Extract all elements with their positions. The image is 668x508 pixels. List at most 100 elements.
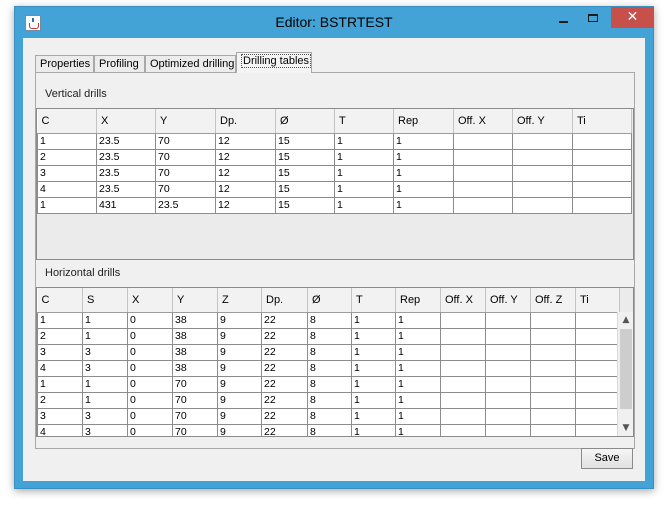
column-header[interactable]: Ø	[275, 109, 335, 134]
table-cell[interactable]: 15	[275, 196, 335, 214]
table-cell[interactable]: 70	[172, 423, 218, 436]
table-cell[interactable]: 15	[275, 180, 335, 198]
table-cell[interactable]: 12	[215, 196, 276, 214]
table-cell[interactable]	[575, 391, 620, 409]
table-cell[interactable]: 8	[307, 359, 352, 377]
column-header[interactable]: Dp.	[215, 109, 276, 134]
table-cell[interactable]	[512, 148, 573, 166]
table-cell[interactable]	[485, 423, 531, 436]
scroll-down-arrow-icon[interactable]: ▼	[618, 420, 633, 436]
table-cell[interactable]: 0	[127, 359, 173, 377]
column-header[interactable]: Ti	[575, 288, 620, 313]
table-cell[interactable]: 1	[334, 180, 394, 198]
table-cell[interactable]: 1	[393, 180, 454, 198]
column-header[interactable]: X	[96, 109, 156, 134]
table-cell[interactable]: 23.5	[96, 148, 156, 166]
table-cell[interactable]	[530, 407, 576, 425]
table-cell[interactable]: 8	[307, 407, 352, 425]
table-cell[interactable]: 1	[37, 311, 83, 329]
horizontal-table-scrollbar[interactable]: ▲ ▼	[617, 312, 633, 436]
table-cell[interactable]: 12	[215, 148, 276, 166]
table-cell[interactable]: 1	[334, 164, 394, 182]
table-cell[interactable]	[440, 375, 486, 393]
table-cell[interactable]: 8	[307, 327, 352, 345]
column-header[interactable]: Off. Y	[485, 288, 531, 313]
column-header[interactable]: C	[37, 109, 97, 134]
table-cell[interactable]: 1	[82, 327, 128, 345]
table-cell[interactable]: 22	[261, 391, 308, 409]
table-cell[interactable]: 1	[37, 132, 97, 150]
table-cell[interactable]: 9	[217, 407, 262, 425]
table-cell[interactable]: 9	[217, 311, 262, 329]
table-cell[interactable]: 1	[351, 423, 396, 436]
table-cell[interactable]: 38	[172, 311, 218, 329]
minimize-button[interactable]	[549, 7, 577, 29]
table-cell[interactable]: 38	[172, 343, 218, 361]
table-cell[interactable]: 3	[37, 343, 83, 361]
table-cell[interactable]: 70	[172, 375, 218, 393]
table-cell[interactable]: 70	[155, 132, 216, 150]
tab-optimized-drilling[interactable]: Optimized drilling	[145, 55, 236, 73]
table-cell[interactable]	[485, 391, 531, 409]
table-cell[interactable]: 70	[155, 164, 216, 182]
table-cell[interactable]: 9	[217, 343, 262, 361]
table-cell[interactable]: 23.5	[96, 164, 156, 182]
table-row[interactable]: 2 23.5 70 12 15 1 1	[37, 148, 632, 166]
column-header[interactable]: Off. X	[453, 109, 513, 134]
table-cell[interactable]: 1	[334, 196, 394, 214]
table-cell[interactable]: 2	[37, 327, 83, 345]
table-cell[interactable]: 9	[217, 327, 262, 345]
table-cell[interactable]: 4	[37, 359, 83, 377]
table-row[interactable]: 2 1 0 38 9 22 8 1 1	[37, 327, 620, 345]
table-cell[interactable]: 12	[215, 180, 276, 198]
table-cell[interactable]	[485, 375, 531, 393]
column-header[interactable]: C	[37, 288, 83, 313]
table-cell[interactable]: 8	[307, 375, 352, 393]
table-cell[interactable]: 8	[307, 311, 352, 329]
column-header[interactable]: Rep	[395, 288, 441, 313]
table-cell[interactable]: 1	[393, 196, 454, 214]
table-cell[interactable]: 23.5	[155, 196, 216, 214]
column-header[interactable]: Dp.	[261, 288, 308, 313]
table-cell[interactable]: 1	[351, 391, 396, 409]
horizontal-drills-table[interactable]: C S X Y Z Dp. Ø T Rep Off. X Off. Y Off. Z Ti 1 1 0 38 9 2…	[37, 288, 620, 436]
table-cell[interactable]: 1	[351, 343, 396, 361]
table-cell[interactable]: 1	[82, 391, 128, 409]
table-cell[interactable]	[512, 180, 573, 198]
table-cell[interactable]: 9	[217, 423, 262, 436]
table-cell[interactable]: 1	[82, 311, 128, 329]
table-cell[interactable]: 8	[307, 343, 352, 361]
table-cell[interactable]	[440, 327, 486, 345]
table-cell[interactable]	[575, 359, 620, 377]
table-cell[interactable]: 3	[37, 164, 97, 182]
table-cell[interactable]	[530, 423, 576, 436]
table-row[interactable]: 3 3 0 38 9 22 8 1 1	[37, 343, 620, 361]
column-header[interactable]: Off. Z	[530, 288, 576, 313]
table-cell[interactable]: 1	[351, 359, 396, 377]
table-cell[interactable]: 1	[395, 327, 441, 345]
table-cell[interactable]: 9	[217, 359, 262, 377]
table-cell[interactable]: 1	[393, 164, 454, 182]
table-cell[interactable]: 3	[82, 343, 128, 361]
table-cell[interactable]	[453, 164, 513, 182]
table-cell[interactable]	[485, 343, 531, 361]
table-cell[interactable]: 22	[261, 423, 308, 436]
table-cell[interactable]: 1	[393, 132, 454, 150]
table-cell[interactable]	[485, 327, 531, 345]
table-cell[interactable]: 12	[215, 132, 276, 150]
table-cell[interactable]	[575, 343, 620, 361]
table-cell[interactable]: 38	[172, 359, 218, 377]
table-cell[interactable]: 22	[261, 407, 308, 425]
table-cell[interactable]	[572, 196, 632, 214]
table-row[interactable]: 1 431 23.5 12 15 1 1	[37, 196, 632, 214]
column-header[interactable]: Y	[155, 109, 216, 134]
column-header[interactable]: X	[127, 288, 173, 313]
table-cell[interactable]: 70	[155, 148, 216, 166]
table-cell[interactable]: 23.5	[96, 132, 156, 150]
table-row[interactable]: 1 1 0 70 9 22 8 1 1	[37, 375, 620, 393]
table-cell[interactable]	[440, 343, 486, 361]
table-cell[interactable]: 1	[351, 407, 396, 425]
maximize-button[interactable]	[579, 7, 607, 29]
table-cell[interactable]	[512, 164, 573, 182]
table-cell[interactable]: 12	[215, 164, 276, 182]
